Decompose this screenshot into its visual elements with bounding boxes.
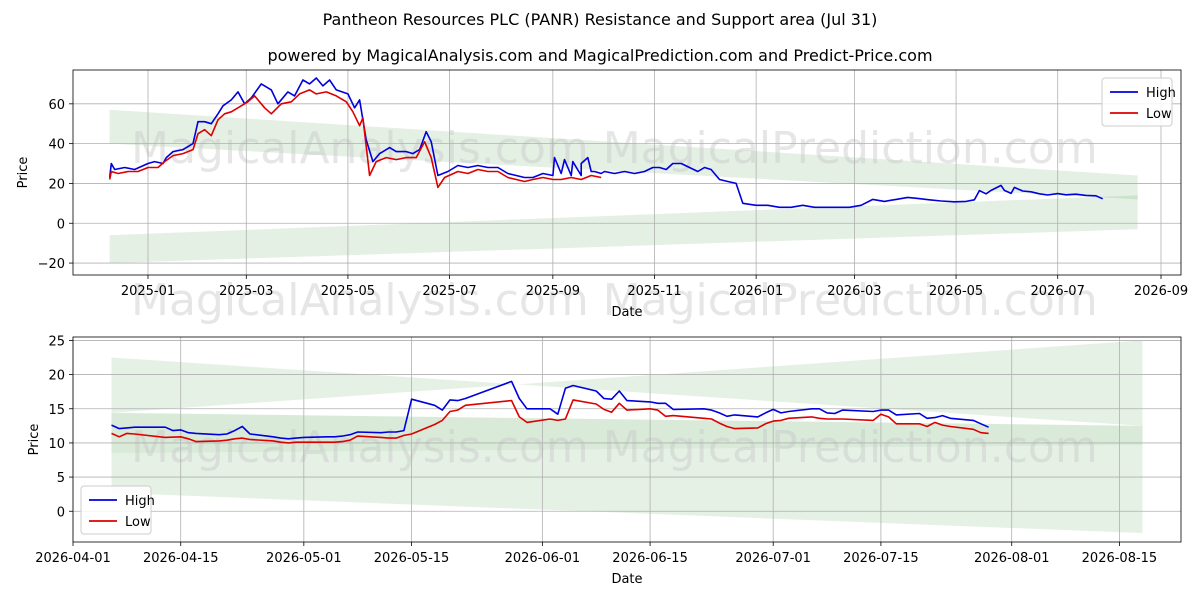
x-axis-label: Date xyxy=(611,572,642,587)
legend-label-low: Low xyxy=(1146,107,1172,122)
chart-canvas: MagicalAnalysis.com MagicalPrediction.co… xyxy=(16,69,1188,587)
x-tick-label: 2026-06-15 xyxy=(612,551,688,566)
legend-label-high: High xyxy=(125,494,155,509)
y-tick-label: 10 xyxy=(48,437,65,452)
y-tick-label: 20 xyxy=(48,177,65,192)
y-axis-label: Price xyxy=(16,157,31,189)
plot-2: MagicalAnalysis.com MagicalPrediction.co… xyxy=(27,334,1182,587)
legend: High Low xyxy=(80,485,155,535)
x-tick-label: 2026-08-15 xyxy=(1082,551,1158,566)
y-tick-label: 0 xyxy=(57,217,65,232)
x-tick-label: 2025-05 xyxy=(321,284,375,299)
x-tick-label: 2026-07 xyxy=(1031,284,1085,299)
x-tick-label: 2026-04-15 xyxy=(143,551,219,566)
y-tick-label: 15 xyxy=(48,403,65,418)
x-tick-label: 2026-05-15 xyxy=(374,551,450,566)
x-tick-label: 2026-04-01 xyxy=(35,551,111,566)
x-tick-label: 2026-05-01 xyxy=(266,551,342,566)
y-tick-label: −20 xyxy=(38,257,65,272)
x-axis-label: Date xyxy=(611,305,642,320)
support-band xyxy=(109,195,1138,264)
x-tick-label: 2026-01 xyxy=(729,284,783,299)
watermark-text: MagicalAnalysis.com MagicalPrediction.co… xyxy=(131,422,1098,473)
y-tick-label: 60 xyxy=(48,98,65,113)
x-tick-label: 2025-07 xyxy=(422,284,476,299)
x-tick-label: 2025-11 xyxy=(627,284,681,299)
y-axis-label: Price xyxy=(27,424,42,456)
x-tick-label: 2026-07-01 xyxy=(735,551,811,566)
y-tick-label: 40 xyxy=(48,138,65,153)
x-tick-label: 2026-09 xyxy=(1134,284,1188,299)
y-tick-label: 0 xyxy=(57,505,65,520)
plot-1: MagicalAnalysis.com MagicalPrediction.co… xyxy=(16,69,1188,326)
y-tick-label: 5 xyxy=(57,471,65,486)
x-tick-label: 2025-03 xyxy=(219,284,273,299)
x-tick-label: 2025-09 xyxy=(526,284,580,299)
x-tick-label: 2026-03 xyxy=(827,284,881,299)
x-tick-label: 2026-05 xyxy=(929,284,983,299)
legend: High Low xyxy=(1101,77,1176,127)
legend-label-high: High xyxy=(1146,86,1176,101)
legend-label-low: Low xyxy=(125,515,151,530)
y-tick-label: 20 xyxy=(48,369,65,384)
x-tick-label: 2025-01 xyxy=(121,284,175,299)
x-tick-label: 2026-06-01 xyxy=(505,551,581,566)
watermark-text: MagicalAnalysis.com MagicalPrediction.co… xyxy=(131,123,1098,174)
x-tick-label: 2026-08-01 xyxy=(974,551,1050,566)
x-tick-label: 2026-07-15 xyxy=(843,551,919,566)
y-tick-label: 25 xyxy=(48,334,65,349)
resistance-band xyxy=(111,340,1143,426)
